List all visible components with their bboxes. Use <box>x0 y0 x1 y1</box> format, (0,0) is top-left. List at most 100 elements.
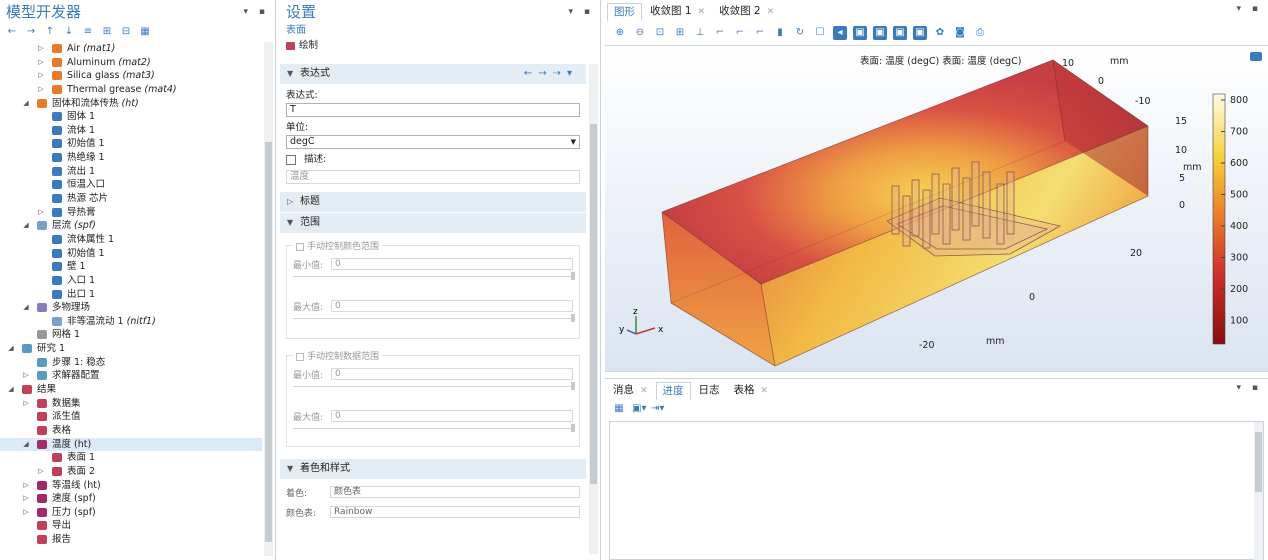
zoom-box-icon[interactable]: ⊡ <box>653 26 667 40</box>
tab[interactable]: 进度 <box>655 382 691 400</box>
collapse-caret-icon[interactable]: ▷ <box>36 69 46 83</box>
tab[interactable]: 图形 <box>607 3 642 21</box>
close-icon[interactable]: ✕ <box>761 386 769 396</box>
tree-item[interactable]: ◢ 结果 <box>0 383 262 397</box>
tree-item[interactable]: ▷ 等温线 (ht) <box>0 479 262 493</box>
tree-item[interactable]: 表面 1 <box>0 451 262 465</box>
close-icon[interactable]: ✕ <box>698 7 706 17</box>
transparency-icon[interactable]: ▣ <box>873 26 887 40</box>
pane-controls[interactable]: ▾ ▪ <box>569 0 594 24</box>
data-max-slider[interactable] <box>293 424 575 434</box>
tree-item[interactable]: ▷ 表面 2 <box>0 465 262 479</box>
data-max-input[interactable]: 0 <box>331 410 573 422</box>
expand-caret-icon[interactable]: ◢ <box>21 219 31 233</box>
arrow-down-icon[interactable]: ↓ <box>63 26 75 38</box>
tab[interactable]: 收敛图 2 ✕ <box>713 3 780 21</box>
close-icon[interactable]: ✕ <box>640 386 648 396</box>
tree-item[interactable]: 固体 1 <box>0 110 262 124</box>
expand-caret-icon[interactable]: ◢ <box>21 97 31 111</box>
scene-light-icon[interactable]: ☐ <box>813 26 827 40</box>
data-range-checkbox[interactable]: 手动控制数据范围 <box>293 349 383 362</box>
scrollbar-thumb[interactable] <box>590 124 597 484</box>
arrow-right-icon[interactable]: → <box>25 26 37 38</box>
stop-icon[interactable]: ▣▾ <box>632 403 646 415</box>
clear-icon[interactable]: ▦ <box>613 403 625 415</box>
description-input[interactable]: 温度 <box>286 170 580 184</box>
tree-item[interactable]: 流体属性 1 <box>0 233 262 247</box>
tab[interactable]: 消息 ✕ <box>607 382 654 400</box>
tab[interactable]: 收敛图 1 ✕ <box>644 3 711 21</box>
tree-item[interactable]: 初始值 1 <box>0 137 262 151</box>
data-min-input[interactable]: 0 <box>331 368 573 380</box>
tree-item[interactable]: 报告 <box>0 533 262 547</box>
go-to-view-icon[interactable]: ▮ <box>773 26 787 40</box>
pane-controls[interactable]: ▾ ▪ <box>1237 383 1262 393</box>
tab[interactable]: 表格 ✕ <box>728 382 775 400</box>
collapse-caret-icon[interactable]: ▷ <box>21 397 31 411</box>
progress-log-area[interactable] <box>609 421 1264 560</box>
collapse-caret-icon[interactable]: ▷ <box>21 479 31 493</box>
arrow-up-icon[interactable]: ↑ <box>44 26 56 38</box>
collapse-caret-icon[interactable]: ▷ <box>36 83 46 97</box>
wireframe-icon[interactable]: ▣ <box>853 26 867 40</box>
collapse-caret-icon[interactable]: ▷ <box>21 492 31 506</box>
list-menu-icon[interactable]: ▦ <box>139 26 151 38</box>
tree-item[interactable]: ◢ 层流 (spf) <box>0 219 262 233</box>
filter-icon[interactable]: ≡ <box>82 26 94 38</box>
tree-item[interactable]: ▷ 导热膏 <box>0 206 262 220</box>
zoom-in-icon[interactable]: ⊕ <box>613 26 627 40</box>
rotate-icon[interactable]: ↻ <box>793 26 807 40</box>
model-tree-scrollbar[interactable] <box>264 42 273 556</box>
expand-caret-icon[interactable]: ◢ <box>21 301 31 315</box>
title-section-header[interactable]: ▷ 标题 <box>280 192 586 212</box>
scrollbar-thumb[interactable] <box>1255 432 1262 492</box>
coloring-select[interactable]: 颜色表 <box>330 486 580 498</box>
collapse-caret-icon[interactable]: ▷ <box>21 369 31 383</box>
graphics-view-icon[interactable] <box>1250 52 1262 61</box>
expand-caret-icon[interactable]: ◢ <box>6 383 16 397</box>
tree-item[interactable]: ▷ Aluminum (mat2) <box>0 56 262 70</box>
expression-tools[interactable]: ←→⇢▾ <box>524 64 578 84</box>
collapse-caret-icon[interactable]: ▷ <box>36 56 46 70</box>
tree-item[interactable]: 流出 1 <box>0 165 262 179</box>
colortable-select[interactable]: Rainbow <box>330 506 580 518</box>
tree-item[interactable]: ◢ 研究 1 <box>0 342 262 356</box>
zoom-extents-icon[interactable]: ⊞ <box>673 26 687 40</box>
pane-controls[interactable]: ▾ ▪ <box>244 0 269 24</box>
tree-item[interactable]: ▷ 数据集 <box>0 397 262 411</box>
collapse-caret-icon[interactable]: ▷ <box>36 465 46 479</box>
expand-caret-icon[interactable]: ◢ <box>6 342 16 356</box>
settings-gear-icon[interactable]: ✿ <box>933 26 947 40</box>
tree-item[interactable]: 步骤 1: 稳态 <box>0 356 262 370</box>
print-icon[interactable]: ⎙ <box>973 26 987 40</box>
camera-icon[interactable]: ◙ <box>953 26 967 40</box>
view-xy-icon[interactable]: ⌐ <box>713 26 727 40</box>
tree-item[interactable]: 派生值 <box>0 410 262 424</box>
expression-section-header[interactable]: ▼ 表达式 ←→⇢▾ <box>280 64 586 84</box>
collapse-caret-icon[interactable]: ▷ <box>36 42 46 56</box>
tree-item[interactable]: 出口 1 <box>0 288 262 302</box>
graphics-viewport[interactable]: 表面: 温度 (degC) 表面: 温度 (degC) 10 0 -10 mm … <box>605 45 1268 372</box>
color-min-input[interactable]: 0 <box>331 258 573 270</box>
expression-input[interactable]: T <box>286 103 580 117</box>
close-icon[interactable]: ✕ <box>767 7 775 17</box>
zoom-out-icon[interactable]: ⊖ <box>633 26 647 40</box>
collapse-icon[interactable]: ⊟ <box>120 26 132 38</box>
tree-item[interactable]: ▷ 速度 (spf) <box>0 492 262 506</box>
plot-button[interactable]: 绘制 <box>280 38 600 54</box>
tree-item[interactable]: ◢ 固体和流体传热 (ht) <box>0 97 262 111</box>
tree-item[interactable]: ▷ Silica glass (mat3) <box>0 69 262 83</box>
color-min-slider[interactable] <box>293 272 575 282</box>
tree-item[interactable]: 热绝缘 1 <box>0 151 262 165</box>
grid-icon[interactable]: ▣ <box>913 26 927 40</box>
color-range-checkbox[interactable]: 手动控制颜色范围 <box>293 239 383 252</box>
tree-item[interactable]: ▷ Thermal grease (mat4) <box>0 83 262 97</box>
axis-icon[interactable]: ⊥ <box>693 26 707 40</box>
tree-item[interactable]: 流体 1 <box>0 124 262 138</box>
tree-item[interactable]: ◢ 温度 (ht) <box>0 437 262 452</box>
tree-item[interactable]: ◢ 多物理场 <box>0 301 262 315</box>
pane-controls[interactable]: ▾ ▪ <box>1237 4 1262 14</box>
render-icon[interactable]: ▣ <box>893 26 907 40</box>
arrow-left-icon[interactable]: ← <box>6 26 18 38</box>
tree-item[interactable]: 网格 1 <box>0 328 262 342</box>
